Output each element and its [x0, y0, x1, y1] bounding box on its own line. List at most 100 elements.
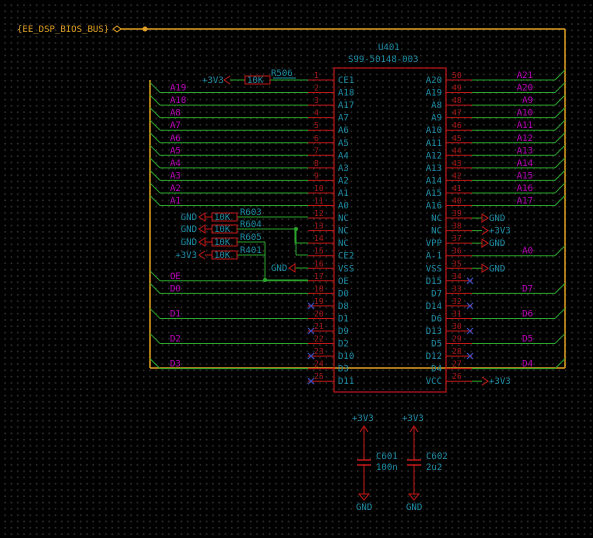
right-net-label[interactable]: D7: [522, 284, 533, 294]
right-pin-name: D14: [426, 302, 442, 312]
right-pin-name: A8: [431, 101, 442, 111]
left-pin-name: A6: [338, 126, 349, 136]
right-pin-name: D6: [431, 314, 442, 324]
left-net-label[interactable]: A8: [170, 109, 181, 119]
ground-symbol: [407, 493, 421, 501]
left-pin-number: 20: [314, 309, 324, 318]
power-symbol: [198, 212, 206, 222]
pullup-ref: R603: [240, 208, 262, 218]
left-pin-name: NC: [338, 227, 349, 237]
left-pin-number: 8: [314, 159, 319, 168]
right-pin-name: A13: [426, 164, 442, 174]
right-net-label[interactable]: A9: [522, 96, 533, 106]
left-pin-name: D10: [338, 352, 354, 362]
left-net-label[interactable]: A19: [170, 84, 186, 94]
right-net-label[interactable]: A12: [517, 134, 533, 144]
right-pin-name: A9: [431, 114, 442, 124]
right-pin-name: A14: [426, 176, 442, 186]
right-net-label[interactable]: A10: [517, 109, 533, 119]
power-symbol: [481, 263, 489, 274]
power-symbol: [481, 376, 489, 386]
right-net-label[interactable]: D5: [522, 335, 533, 345]
left-pin-name: D0: [338, 289, 349, 299]
right-net-label[interactable]: D6: [522, 309, 533, 319]
pullup-ref: R605: [240, 233, 262, 243]
left-net-label[interactable]: D0: [170, 284, 181, 294]
power-symbol: [481, 226, 489, 236]
right-net-label[interactable]: A11: [517, 121, 533, 131]
right-pin-name: A20: [426, 76, 442, 86]
ic-body[interactable]: [333, 67, 447, 393]
right-pin-name: A19: [426, 89, 442, 99]
schematic-canvas[interactable]: {EE_DSP_BIOS_BUS} U401 S99-50148-003 CE1…: [0, 0, 593, 538]
left-net-label[interactable]: D1: [170, 309, 181, 319]
bus-entry: [149, 119, 161, 131]
left-pin-number: 13: [314, 222, 324, 231]
bus-entry: [554, 144, 566, 156]
bus-entry: [149, 107, 161, 119]
right-power-symbols: GND +3V3 GND GND +3V3: [472, 213, 511, 387]
right-pin-name: A10: [426, 126, 442, 136]
right-pin-number: 35: [452, 259, 462, 268]
left-pin-name: A17: [338, 101, 354, 111]
left-net-label[interactable]: A18: [170, 96, 186, 106]
power-label: +3V3: [489, 377, 511, 387]
schematic-sheet[interactable]: {EE_DSP_BIOS_BUS} U401 S99-50148-003 CE1…: [0, 0, 593, 538]
left-net-label[interactable]: A2: [170, 184, 181, 194]
bus-entry: [149, 170, 161, 181]
right-pin-name: D13: [426, 327, 442, 337]
left-net-label[interactable]: OE: [170, 272, 181, 282]
left-net-label[interactable]: A6: [170, 134, 181, 144]
pullup-power-label: +3V3: [175, 251, 197, 261]
right-pin-number: 46: [452, 121, 462, 130]
pullup-value: 10K: [214, 251, 231, 261]
pullup-power-label: GND: [181, 238, 197, 248]
right-pin-number: 37: [452, 234, 462, 243]
right-pin-number: 41: [452, 184, 462, 193]
right-pin-number: 38: [452, 222, 462, 231]
left-net-label[interactable]: A4: [170, 159, 181, 169]
left-pin-name: A5: [338, 139, 349, 149]
bus-entry: [554, 132, 566, 144]
right-net-label[interactable]: A13: [517, 146, 533, 156]
left-net-label[interactable]: A1: [170, 197, 181, 207]
bus-entry: [149, 132, 161, 144]
left-net-label[interactable]: A3: [170, 171, 181, 181]
left-net-label[interactable]: A7: [170, 121, 181, 131]
ground-symbol: [357, 493, 371, 501]
power-symbol: [481, 238, 489, 249]
left-pin-number: 18: [314, 284, 324, 293]
right-pin-name: A16: [426, 202, 442, 212]
left-pin-number: 7: [314, 146, 319, 155]
bus-entry: [554, 282, 566, 294]
power-label: GND: [489, 214, 505, 224]
right-pin-name: A15: [426, 189, 442, 199]
right-net-label[interactable]: D4: [522, 360, 533, 370]
pullup-resistors: 10K R603 GND 10K R604 GND 10K R605 GND 10K R401 +3V…: [175, 208, 261, 261]
right-net-label[interactable]: A21: [517, 71, 533, 81]
cap-top-power: +3V3: [402, 414, 424, 424]
right-net-label[interactable]: A0: [522, 247, 533, 257]
left-pin-number: 4: [314, 109, 319, 118]
ic-ref: U401: [378, 43, 400, 53]
right-pin-number: 31: [452, 309, 462, 318]
bus-label[interactable]: {EE_DSP_BIOS_BUS}: [17, 25, 109, 35]
left-net-label[interactable]: D2: [170, 335, 181, 345]
left-pin-name: A18: [338, 89, 354, 99]
ic-value: S99-50148-003: [348, 55, 418, 65]
right-pin-name: VSS: [426, 264, 442, 274]
left-pin-name: D3: [338, 365, 349, 375]
right-net-label[interactable]: A14: [517, 159, 533, 169]
left-pin-name: NC: [338, 239, 349, 249]
left-pin-name: OE: [338, 277, 349, 287]
bus-entry: [149, 144, 161, 156]
left-pin-number: 6: [314, 134, 319, 143]
right-net-label[interactable]: A17: [517, 197, 533, 207]
right-net-label[interactable]: A20: [517, 84, 533, 94]
power-label: GND: [489, 239, 505, 249]
left-pin-number: 25: [314, 372, 324, 381]
left-net-label[interactable]: A5: [170, 146, 181, 156]
left-net-label[interactable]: D3: [170, 360, 181, 370]
right-net-label[interactable]: A16: [517, 184, 533, 194]
right-net-label[interactable]: A15: [517, 171, 533, 181]
